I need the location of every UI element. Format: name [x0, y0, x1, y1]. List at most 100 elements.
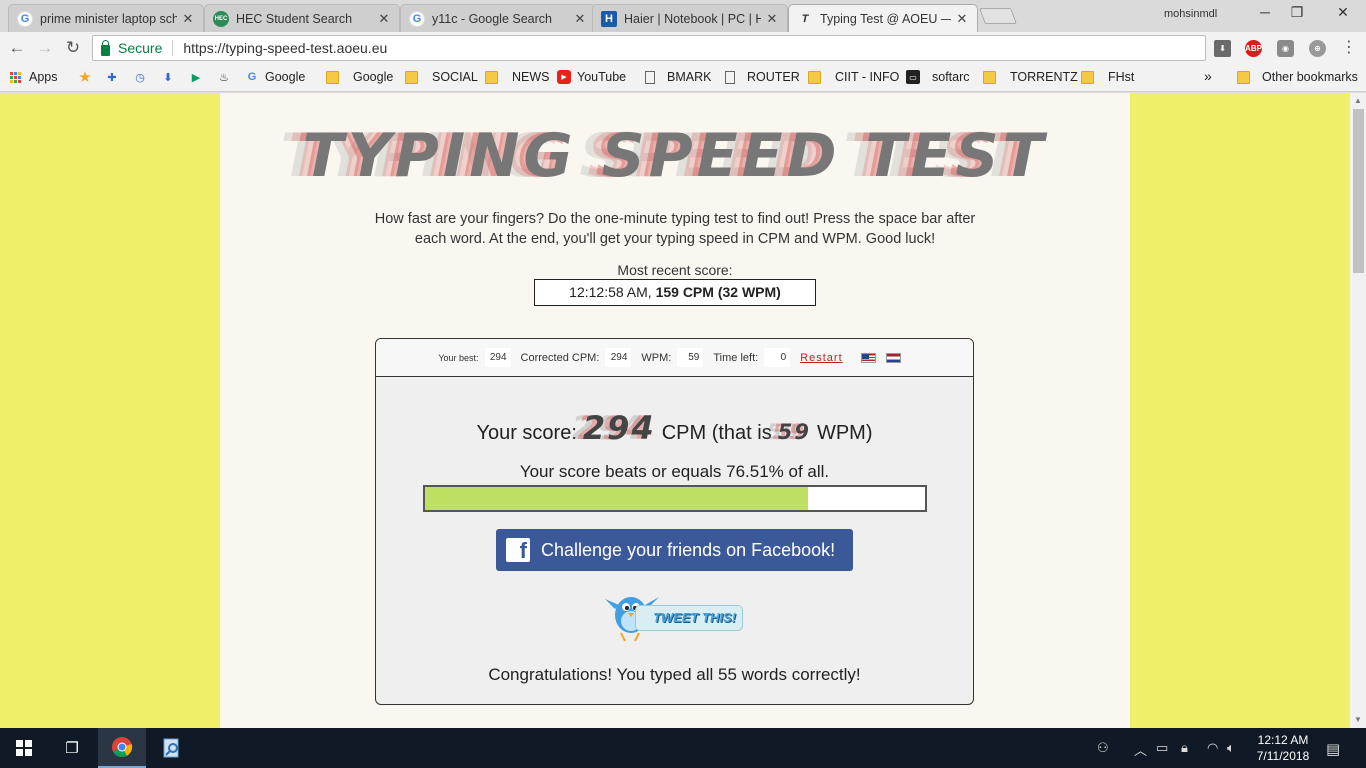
volume-icon[interactable]: 🔈︎ [1227, 740, 1235, 756]
bookmarks-overflow-button[interactable]: » [1204, 68, 1212, 84]
intro-text: How fast are your fingers? Do the one-mi… [374, 211, 976, 247]
bookmark-folder-ciit[interactable]: CIIT - INFO [808, 70, 899, 84]
close-icon[interactable]: ✕ [765, 11, 779, 27]
flag-us-icon[interactable] [860, 352, 876, 363]
bookmark-router[interactable]: ROUTER [725, 70, 800, 84]
camera-icon[interactable]: ◉ [1277, 40, 1294, 57]
facebook-button-label: Challenge your friends on Facebook! [541, 539, 836, 560]
tab-hec-student-search[interactable]: HEC HEC Student Search ✕ [204, 4, 400, 32]
tab-title: Haier | Notebook | PC | H [624, 11, 761, 26]
reload-icon[interactable]: ↻ [62, 37, 84, 59]
new-tab-button[interactable] [979, 8, 1017, 24]
test-panel: Your best: 294 Corrected CPM: 294 WPM: 5… [375, 338, 974, 705]
download-icon: ⬇ [163, 71, 173, 84]
bookmark-label: ROUTER [747, 70, 800, 84]
url-text[interactable]: https://typing-speed-test.aoeu.eu [183, 40, 387, 56]
windows-taskbar: ❐ ⚇ ︿ ▭ 🔒︎ ◠ 🔈︎ 12:12 AM 7/11/2018 ▤ [0, 728, 1366, 768]
puzzle-icon: ✚ [107, 71, 117, 84]
tweet-this-label: TWEET THIS! [635, 605, 743, 631]
tab-prime-minister[interactable]: G prime minister laptop sch ✕ [8, 4, 204, 32]
wpm-label: WPM: [641, 351, 672, 364]
bookmark-puzzle[interactable]: ✚ [105, 70, 125, 84]
score-cpm: 294 [582, 409, 656, 447]
bookmark-star[interactable]: ★ [78, 69, 98, 86]
folder-icon [485, 70, 498, 84]
percentile-bar [423, 485, 927, 512]
close-icon[interactable]: ✕ [377, 11, 391, 27]
address-bar[interactable]: Secure https://typing-speed-test.aoeu.eu [92, 35, 1206, 61]
wpm-value: 59 [677, 348, 704, 367]
show-hidden-icons-icon[interactable]: ︿ [1134, 740, 1147, 759]
bookmark-folder-news[interactable]: NEWS [485, 70, 550, 84]
lock-icon [101, 39, 110, 56]
forward-arrow-icon[interactable]: → [34, 37, 56, 59]
notifications-icon[interactable]: ▤ [1326, 740, 1340, 758]
bookmark-apps[interactable]: Apps [10, 70, 58, 84]
scroll-up-arrow-icon[interactable]: ▲ [1354, 96, 1362, 105]
bookmark-download[interactable]: ⬇ [161, 70, 181, 84]
windows-start-icon[interactable] [0, 728, 48, 768]
tab-typing-test[interactable]: T Typing Test @ AOEU — Y ✕ [788, 4, 978, 33]
close-icon[interactable]: ✕ [573, 11, 587, 27]
wifi-icon[interactable]: ◠ [1207, 740, 1218, 756]
recent-score-box: 12:12:58 AM, 159 CPM (32 WPM) [534, 279, 816, 306]
page-scrollbar[interactable]: ▲ ▼ [1349, 93, 1366, 728]
tab-google-search[interactable]: G y11c - Google Search ✕ [400, 4, 596, 32]
scroll-down-arrow-icon[interactable]: ▼ [1354, 715, 1362, 724]
chrome-taskbar-icon[interactable] [98, 728, 146, 768]
search-app-icon[interactable] [148, 728, 196, 768]
cpm-label: Corrected CPM: [520, 351, 600, 364]
bookmark-flame[interactable]: ♨ [217, 70, 237, 84]
bookmark-play-store[interactable]: ▶ [189, 70, 209, 84]
back-arrow-icon[interactable]: ← [6, 37, 28, 59]
bookmark-google[interactable]: G Google [245, 70, 306, 84]
flag-nl-icon[interactable] [885, 352, 901, 363]
time-left-label: Time left: [713, 351, 759, 364]
best-label: Your best: [438, 352, 479, 363]
browser-toolbar: ← → ↻ Secure https://typing-speed-test.a… [0, 32, 1366, 64]
taskbar-clock[interactable]: 12:12 AM 7/11/2018 [1250, 732, 1316, 764]
minimize-icon[interactable]: ─ [1250, 4, 1280, 20]
globe-icon[interactable]: ⊕ [1309, 40, 1326, 57]
tab-title: Typing Test @ AOEU — Y [820, 12, 951, 26]
other-bookmarks-folder[interactable]: Other bookmarks [1237, 70, 1358, 84]
bookmark-folder-google[interactable]: Google [326, 70, 393, 84]
facebook-challenge-button[interactable]: f Challenge your friends on Facebook! [496, 529, 853, 571]
lock-tray-icon[interactable]: 🔒︎ [1181, 740, 1188, 756]
folder-icon [983, 70, 996, 84]
tab-haier[interactable]: H Haier | Notebook | PC | H ✕ [592, 4, 788, 32]
menu-kebab-icon[interactable]: ⋮ [1338, 37, 1360, 59]
bookmark-folder-torrentz[interactable]: TORRENTZ [983, 70, 1078, 84]
typing-test-icon: T [801, 13, 809, 25]
scrollbar-thumb[interactable] [1353, 109, 1364, 273]
profile-name[interactable]: mohsinmdl [1164, 8, 1217, 20]
tab-title: y11c - Google Search [432, 11, 552, 26]
people-icon[interactable]: ⚇ [1097, 740, 1109, 756]
youtube-icon: ▶ [557, 70, 571, 84]
task-view-icon[interactable]: ❐ [48, 728, 96, 768]
bookmark-folder-social[interactable]: SOCIAL [405, 70, 478, 84]
recent-score-time: 12:12:58 AM, [569, 284, 652, 300]
bookmark-softarc[interactable]: ▭ softarc [906, 70, 970, 84]
hec-logo-icon: HEC [213, 10, 229, 27]
restore-icon[interactable]: ❐ [1282, 4, 1312, 21]
softarc-icon: ▭ [906, 70, 920, 84]
bookmark-folder-fhst[interactable]: FHst [1081, 70, 1134, 84]
tweet-this-button[interactable]: TWEET THIS! [605, 587, 745, 645]
google-icon: G [409, 10, 425, 27]
flame-icon: ♨ [219, 71, 229, 84]
adblock-plus-icon[interactable]: ABP [1245, 40, 1262, 57]
score-suffix: WPM) [816, 422, 873, 444]
battery-icon[interactable]: ▭ [1156, 740, 1168, 756]
close-window-icon[interactable]: ✕ [1328, 4, 1358, 21]
bookmark-history[interactable]: ◷ [133, 70, 153, 84]
close-icon[interactable]: ✕ [955, 11, 969, 27]
download-extension-icon[interactable]: ⬇ [1214, 40, 1231, 57]
close-icon[interactable]: ✕ [181, 11, 195, 27]
bookmark-bmark[interactable]: BMARK [645, 70, 711, 84]
recent-score-value: 159 CPM (32 WPM) [655, 284, 781, 300]
restart-link[interactable]: Restart [800, 352, 842, 364]
site-logo[interactable]: TYPING SPEED TEST [220, 121, 1130, 191]
bookmark-youtube[interactable]: ▶ YouTube [557, 70, 626, 84]
score-wpm: 59 [777, 420, 811, 444]
